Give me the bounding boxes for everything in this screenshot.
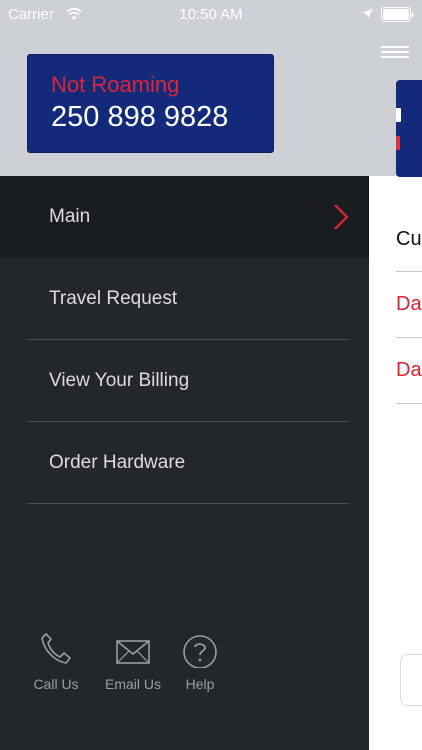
- call-us-label: Call Us: [33, 676, 79, 692]
- menu-item-order-hardware[interactable]: Order Hardware: [0, 422, 369, 504]
- menu-item-travel-request[interactable]: Travel Request: [0, 258, 369, 340]
- menu-item-label: Main: [49, 206, 91, 227]
- menu-item-label: Travel Request: [49, 288, 178, 309]
- chevron-right-icon: [334, 204, 349, 230]
- app-screen: Cu Da Da Carrier 10:50 AM Not Roaming 25…: [0, 0, 422, 750]
- side-drawer: Not Roaming 250 898 9828 Main Travel Req…: [0, 0, 369, 750]
- email-us-label: Email Us: [104, 676, 161, 692]
- roaming-status: Not Roaming: [51, 72, 180, 97]
- main-section-heading: Cu: [396, 228, 422, 250]
- main-divider: [396, 403, 422, 404]
- main-content-panel[interactable]: Cu Da Da: [369, 0, 422, 750]
- help-icon: [183, 635, 217, 668]
- main-row-label: Da: [396, 293, 422, 315]
- menu-item-view-billing[interactable]: View Your Billing: [0, 340, 369, 422]
- main-divider: [396, 337, 422, 338]
- account-card[interactable]: Not Roaming 250 898 9828: [27, 54, 274, 153]
- main-divider: [396, 271, 422, 272]
- help-label: Help: [185, 676, 215, 692]
- menu-item-label: View Your Billing: [49, 370, 190, 391]
- main-account-card: [396, 80, 422, 177]
- phone-number: 250 898 9828: [51, 101, 229, 133]
- email-us-button[interactable]: Email Us: [103, 630, 163, 692]
- menu-item-label: Order Hardware: [49, 452, 186, 473]
- battery-icon: [381, 7, 414, 22]
- help-button[interactable]: Help: [180, 630, 220, 692]
- call-us-button[interactable]: Call Us: [31, 630, 81, 692]
- menu-item-main[interactable]: Main: [0, 176, 369, 258]
- hamburger-menu-icon[interactable]: [381, 46, 409, 58]
- menu-divider: [27, 503, 349, 504]
- envelope-icon: [116, 640, 150, 664]
- phone-icon: [41, 633, 71, 664]
- main-card-box[interactable]: [400, 654, 422, 706]
- drawer-footer: Call Us Email Us Help: [0, 630, 369, 710]
- main-row-label: Da: [396, 359, 422, 381]
